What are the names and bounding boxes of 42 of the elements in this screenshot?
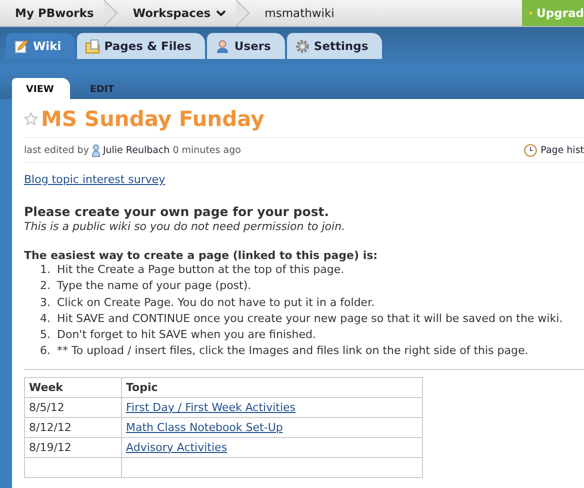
step-text: Hit SAVE and CONTINUE once you create your new page so that it will be saved on the wiki.	[57, 310, 563, 327]
survey-link[interactable]: Blog topic interest survey	[24, 173, 584, 186]
gear-icon	[294, 38, 310, 54]
page-title: MS Sunday Funday	[41, 107, 264, 131]
note-text: This is a public wiki so you do not need permission to join.	[24, 220, 346, 233]
step-number: 4.	[40, 310, 52, 327]
clock-icon	[524, 144, 537, 157]
step-text: ** To upload / insert files, click the Images and files link on the right side of this page.	[57, 343, 528, 360]
step-text: Type the name of your page (post).	[57, 278, 252, 294]
breadcrumb-link[interactable]: My PBworks	[0, 0, 104, 26]
workspace-link[interactable]: msmathwiki	[250, 0, 344, 26]
column-header: Topic	[122, 377, 422, 398]
table-cell: 8/12/12	[24, 417, 122, 438]
step-number: 3.	[40, 294, 52, 311]
page-history-link[interactable]: Page hist	[524, 144, 584, 157]
user-icon	[215, 38, 230, 54]
pencil-icon	[14, 38, 29, 54]
nav-tab[interactable]: Users	[207, 33, 285, 59]
author-link[interactable]: Julie Reulbach	[102, 145, 170, 156]
nav-tab[interactable]: Wiki	[6, 33, 76, 59]
star-icon[interactable]	[24, 112, 38, 126]
breadcrumb-link[interactable]: Workspaces	[118, 0, 236, 26]
section-heading: Please create your own page for your post.	[24, 204, 330, 219]
folder-icon	[85, 38, 100, 54]
table-cell: 8/5/12	[24, 397, 122, 418]
step-text: Click on Create Page. You do not have to put it in a folder.	[57, 294, 375, 311]
column-header: Week	[24, 377, 122, 398]
table-cell: 8/19/12	[24, 437, 122, 458]
user-icon	[92, 144, 100, 157]
steps-heading: The easiest way to create a page (linked to this page) is:	[24, 249, 379, 262]
edit-time: 0 minutes ago	[172, 145, 241, 156]
chevron-down-icon	[216, 9, 226, 17]
nav-tab[interactable]: Pages & Files	[77, 33, 206, 59]
view-tab[interactable]: VIEW	[12, 78, 70, 99]
step-text: Hit the Create a Page button at the top of this page.	[57, 262, 344, 278]
step-text: Don't forget to hit SAVE when you are finished.	[57, 327, 316, 344]
step-number: 1.	[40, 262, 52, 278]
step-number: 2.	[40, 278, 52, 294]
step-number: 5.	[40, 327, 52, 344]
step-number: 6.	[40, 343, 52, 360]
edited-by-label: last edited by	[24, 145, 89, 156]
nav-tab[interactable]: Settings	[286, 33, 382, 59]
